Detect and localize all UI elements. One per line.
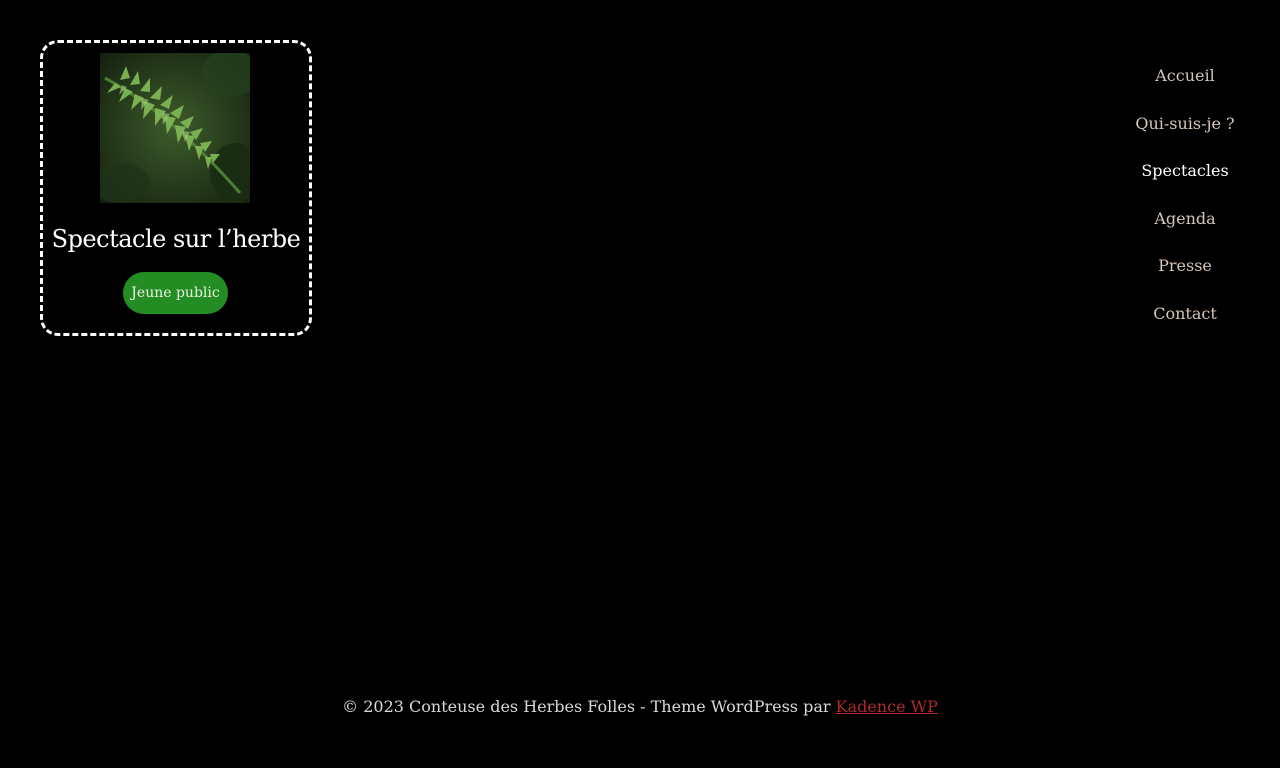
nav-item-agenda[interactable]: Agenda xyxy=(1090,195,1280,243)
show-title[interactable]: Spectacle sur l’herbe xyxy=(43,225,309,253)
nav-item-qui-suis-je[interactable]: Qui-suis-je ? xyxy=(1090,100,1280,148)
show-card[interactable]: Spectacle sur l’herbe Jeune public xyxy=(40,40,312,336)
main-nav: Accueil Qui-suis-je ? Spectacles Agenda … xyxy=(1090,52,1280,337)
nav-item-presse[interactable]: Presse xyxy=(1090,242,1280,290)
fern-image[interactable] xyxy=(100,53,250,203)
site-footer: © 2023 Conteuse des Herbes Folles - Them… xyxy=(0,697,1280,716)
nav-item-spectacles[interactable]: Spectacles xyxy=(1090,147,1280,195)
category-badge[interactable]: Jeune public xyxy=(123,272,228,314)
nav-item-accueil[interactable]: Accueil xyxy=(1090,52,1280,100)
nav-item-contact[interactable]: Contact xyxy=(1090,290,1280,338)
footer-copyright: © 2023 Conteuse des Herbes Folles - Them… xyxy=(342,697,836,716)
footer-theme-link[interactable]: Kadence WP xyxy=(836,697,938,716)
page: Spectacle sur l’herbe Jeune public Accue… xyxy=(0,0,1280,768)
